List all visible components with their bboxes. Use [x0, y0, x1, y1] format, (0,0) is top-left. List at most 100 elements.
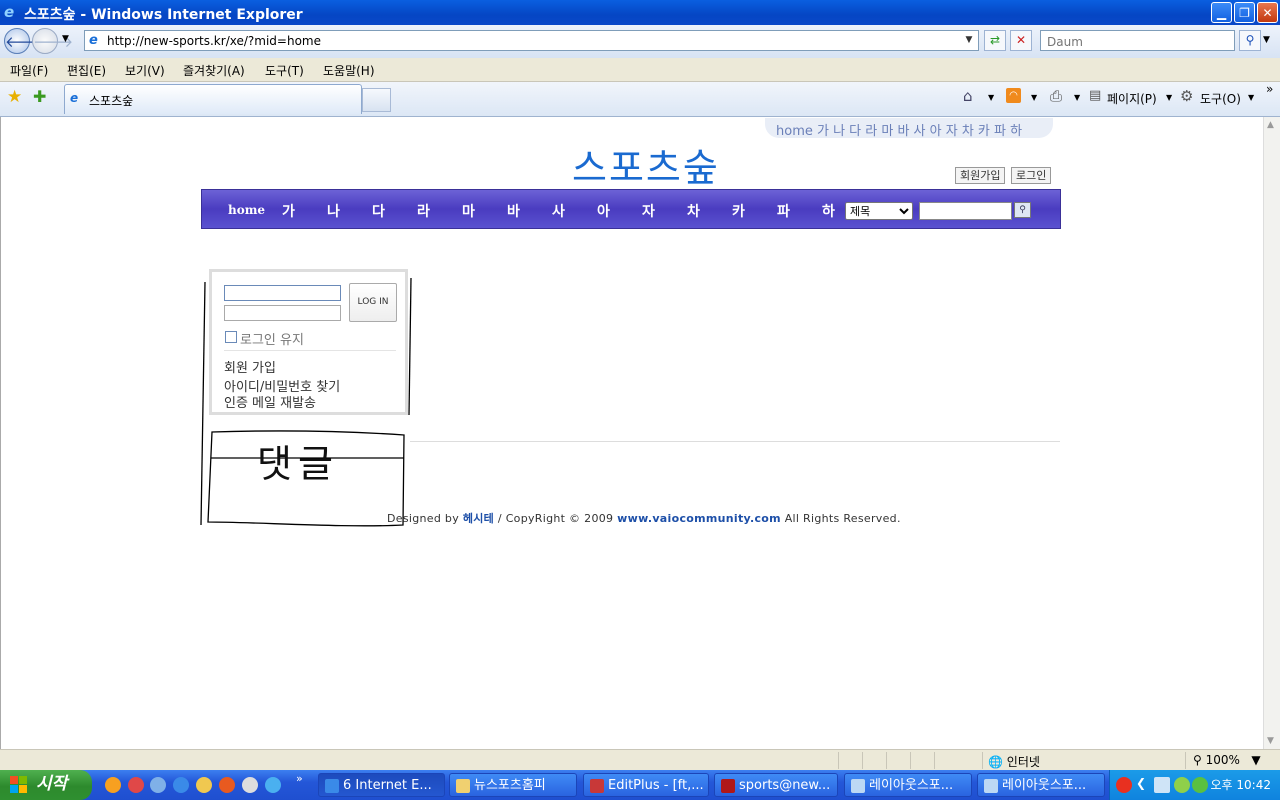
status-bar: 🌐 인터넷 ⚲ 100% ▼ [0, 749, 1280, 771]
minimize-button[interactable]: ▁ [1211, 2, 1232, 23]
more-chevron-icon[interactable]: » [1266, 82, 1273, 96]
search-icon[interactable]: ⚲ [1239, 30, 1261, 51]
rss-icon[interactable]: ◠ [1006, 88, 1021, 103]
zoom-icon: ⚲ [1193, 753, 1202, 767]
new-tab-button[interactable] [362, 88, 391, 112]
rss-dropdown-icon[interactable]: ▼ [1031, 93, 1037, 102]
site-logo[interactable]: 스포츠숲 [572, 137, 720, 192]
favorites-star-icon[interactable]: ★ [7, 87, 22, 107]
home-icon[interactable]: ⌂ [963, 87, 973, 105]
quicklaunch-daum-icon[interactable] [128, 777, 144, 793]
top-links-text[interactable]: home 가 나 다 라 마 바 사 아 자 차 카 파 하 [776, 120, 1022, 139]
task-layout-2[interactable]: 레이아웃스포... [977, 773, 1105, 797]
menu-file[interactable]: 파일(F) [10, 62, 48, 79]
address-dropdown-icon[interactable]: ▼ [962, 33, 976, 48]
start-label: 시작 [36, 774, 68, 794]
quicklaunch-app-icon[interactable] [196, 777, 212, 793]
zoom-value: 100% [1205, 753, 1240, 767]
search-options-icon[interactable]: ▼ [1263, 35, 1270, 45]
join-button[interactable]: 회원가입 [955, 167, 1006, 184]
stop-button[interactable]: ✕ [1010, 30, 1032, 51]
tray-volume-icon[interactable] [1174, 777, 1190, 793]
task-editplus[interactable]: EditPlus - [ft,... [583, 773, 709, 797]
tray-expand-icon[interactable]: ❮ [1136, 776, 1146, 790]
quicklaunch-ie-icon[interactable] [173, 777, 189, 793]
quicklaunch-firefox-icon[interactable] [105, 777, 121, 793]
nav-na[interactable]: 나 [327, 201, 340, 221]
main-navigation: home 가 나 다 라 마 바 사 아 자 차 카 파 하 제목 ⚲ [201, 189, 1061, 229]
quicklaunch-media-icon[interactable] [219, 777, 235, 793]
scroll-down-icon[interactable]: ▼ [1267, 736, 1274, 746]
nav-a[interactable]: 아 [597, 201, 610, 221]
tab-bar: ★ ✚ e 스포츠숲 ⌂ ▼ ◠ ▼ ⎙ ▼ ▤ 페이지(P) ▼ ⚙ 도구(O… [0, 82, 1280, 117]
task-internet-explorer[interactable]: 6 Internet E... [318, 773, 445, 797]
quicklaunch-player-icon[interactable] [242, 777, 258, 793]
nav-ha[interactable]: 하 [822, 201, 835, 221]
status-separator [934, 752, 935, 769]
site-search-icon[interactable]: ⚲ [1014, 202, 1031, 218]
task-layout-1[interactable]: 레이아웃스포... [844, 773, 972, 797]
menu-view[interactable]: 보기(V) [125, 62, 165, 79]
menu-favorites[interactable]: 즐겨찾기(A) [183, 62, 245, 79]
nav-ba[interactable]: 바 [507, 201, 520, 221]
footer-copyright: / CopyRight © 2009 [497, 512, 614, 525]
nav-ka[interactable]: 카 [732, 201, 745, 221]
menu-tools[interactable]: 도구(T) [265, 62, 304, 79]
tray-app-icon[interactable] [1116, 777, 1132, 793]
zoom-level[interactable]: ⚲ 100% ▼ [1193, 753, 1261, 767]
quicklaunch-more-icon[interactable]: » [296, 772, 303, 785]
search-input[interactable] [1045, 32, 1229, 51]
task-filezilla[interactable]: sports@new... [714, 773, 838, 797]
vertical-scrollbar[interactable]: ▲ ▼ [1263, 117, 1280, 749]
nav-cha[interactable]: 차 [687, 201, 700, 221]
search-type-select[interactable]: 제목 [845, 202, 913, 220]
taskbar: 시작 » 6 Internet E... 뉴스포츠홈피 EditPlus - [… [0, 770, 1280, 800]
menu-edit[interactable]: 편집(E) [67, 62, 106, 79]
login-button[interactable]: 로그인 [1011, 167, 1052, 184]
nav-pa[interactable]: 파 [777, 201, 790, 221]
nav-ga[interactable]: 가 [282, 201, 295, 221]
forward-button[interactable]: 🡒 [32, 28, 73, 54]
ie-icon: e [4, 3, 15, 21]
nav-ja[interactable]: 자 [642, 201, 655, 221]
tab-label: 스포츠숲 [89, 94, 134, 108]
restore-button[interactable]: ❐ [1234, 2, 1255, 23]
tab-sportssup[interactable]: e 스포츠숲 [64, 84, 362, 114]
print-icon[interactable]: ⎙ [1050, 87, 1062, 105]
page-icon: ▤ [1089, 88, 1102, 103]
task-folder[interactable]: 뉴스포츠홈피 [449, 773, 577, 797]
nav-sa[interactable]: 사 [552, 201, 565, 221]
search-box[interactable] [1040, 30, 1235, 51]
page-menu[interactable]: 페이지(P) [1107, 90, 1157, 107]
history-dropdown-icon[interactable]: ▼ [62, 34, 69, 44]
scroll-up-icon[interactable]: ▲ [1267, 120, 1274, 130]
add-favorite-icon[interactable]: ✚ [33, 87, 46, 106]
home-dropdown-icon[interactable]: ▼ [988, 93, 994, 102]
task-label: EditPlus - [ft,... [608, 778, 704, 793]
back-button[interactable]: 🡐 [4, 28, 45, 54]
title-bar: e 스포츠숲 - Windows Internet Explorer ▁ ❐ ✕ [0, 0, 1280, 25]
menu-help[interactable]: 도움말(H) [323, 62, 375, 79]
address-field[interactable]: e http://new-sports.kr/xe/?mid=home ▼ [84, 30, 979, 51]
page-dropdown-icon[interactable]: ▼ [1166, 93, 1172, 102]
close-button[interactable]: ✕ [1257, 2, 1278, 23]
tray-network-icon[interactable] [1154, 777, 1170, 793]
nav-da[interactable]: 다 [372, 201, 385, 221]
nav-ra[interactable]: 라 [417, 201, 430, 221]
start-button[interactable]: 시작 [0, 770, 92, 800]
quicklaunch-explorer-icon[interactable] [150, 777, 166, 793]
footer-designer-link[interactable]: 헤시테 [463, 512, 494, 525]
windows-logo-icon [10, 776, 27, 793]
tools-menu[interactable]: 도구(O) [1200, 90, 1241, 107]
refresh-button[interactable]: ⇄ [984, 30, 1006, 51]
status-separator [982, 752, 983, 769]
top-links: home 가 나 다 라 마 바 사 아 자 차 카 파 하 [765, 118, 1053, 139]
tray-security-icon[interactable] [1192, 777, 1208, 793]
tools-dropdown-icon[interactable]: ▼ [1248, 93, 1254, 102]
site-search-input[interactable] [919, 202, 1012, 220]
quicklaunch-search-icon[interactable] [265, 777, 281, 793]
print-dropdown-icon[interactable]: ▼ [1074, 93, 1080, 102]
nav-home[interactable]: home [228, 203, 265, 217]
footer-site-link[interactable]: www.vaiocommunity.com [617, 512, 781, 525]
nav-ma[interactable]: 마 [462, 201, 475, 221]
